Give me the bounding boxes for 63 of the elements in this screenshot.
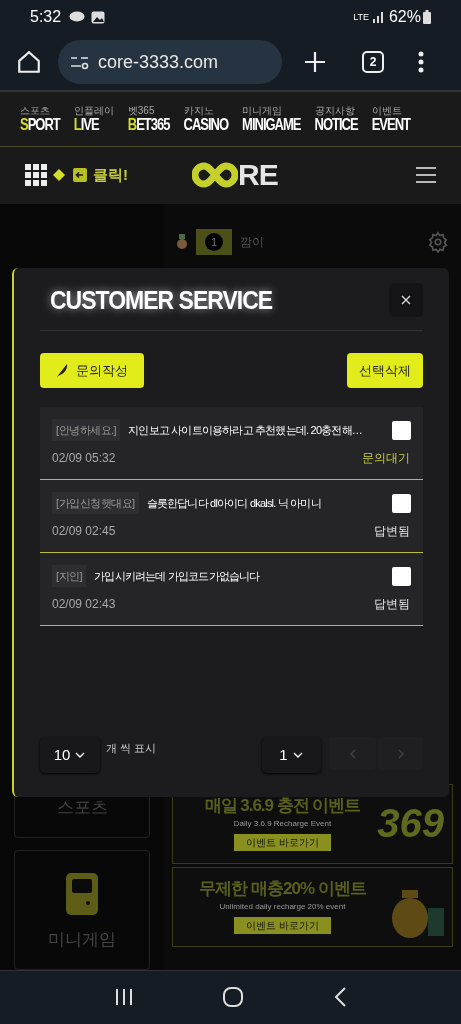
checkbox[interactable] — [392, 566, 411, 586]
inquiry-row[interactable]: [안녕하세요.] 지인보고 사이트이용하라고 추천했는데. 20충전해… 02/09 05:32 문의대기 — [40, 407, 423, 480]
inquiry-row[interactable]: [가입신청햇대요] 슬롯한답니다 dl아이디 dkalsl. 닉 아미니 02/09 02:45 답변됨 — [40, 480, 423, 553]
page-size-label: 개 씩 표시 — [106, 741, 157, 756]
feather-icon — [56, 363, 68, 378]
user-name: 깜이 — [240, 233, 264, 251]
nav-menu-item[interactable]: 이벤트 EVENT — [371, 104, 410, 134]
medal-icon — [176, 233, 188, 250]
game-console-icon — [66, 872, 98, 915]
nav-menu-item[interactable]: 미니게임 MINIGAME — [242, 104, 301, 134]
site-settings-icon — [70, 54, 90, 71]
write-inquiry-button[interactable]: 문의작성 — [40, 353, 144, 388]
image-icon — [91, 10, 106, 24]
inquiry-tag: [안녕하세요.] — [52, 418, 121, 442]
inquiry-text: 지인보고 사이트이용하라고 추천했는데. 20충전해… — [128, 422, 363, 438]
new-tab-icon[interactable] — [304, 51, 326, 74]
inquiry-text: 가입시키려는데 가입코드가없습니다 — [94, 568, 260, 584]
battery-icon — [423, 10, 431, 25]
close-icon — [401, 295, 411, 305]
status-time: 5:32 — [30, 7, 62, 28]
battery-percent: 62% — [388, 7, 421, 28]
grid-icon[interactable] — [25, 164, 47, 187]
inquiry-date: 02/09 05:32 — [52, 450, 116, 468]
home-button-icon[interactable] — [223, 987, 244, 1008]
home-icon[interactable] — [16, 49, 42, 76]
page-select[interactable]: 1 — [262, 737, 321, 773]
nav-menu-item[interactable]: 인플레이 LIVE — [73, 104, 114, 134]
page-size-select[interactable]: 10 — [40, 737, 100, 773]
arrow-left-icon — [73, 168, 87, 183]
click-label[interactable]: 클릭! — [93, 164, 128, 187]
checkbox[interactable] — [392, 493, 411, 513]
tab-count[interactable]: 2 — [362, 51, 384, 74]
more-icon[interactable] — [418, 51, 424, 74]
url-text: core-3333.com — [98, 50, 219, 74]
dialog-title: CUSTOMER SERVICE — [50, 284, 273, 316]
rank-badge: 1 — [196, 228, 232, 255]
inquiry-status: 문의대기 — [362, 450, 410, 468]
inquiry-tag: [지인] — [52, 564, 87, 588]
back-icon[interactable] — [333, 987, 346, 1008]
recent-apps-icon[interactable] — [115, 988, 134, 1007]
infinity-icon — [192, 162, 238, 189]
nav-menu-item[interactable]: 벳365 BET365 — [127, 104, 170, 134]
delete-selected-button[interactable]: 선택삭제 — [347, 353, 423, 388]
diamond-icon — [53, 169, 65, 182]
logo[interactable]: RE — [192, 160, 278, 191]
network-label: LTE — [353, 12, 369, 22]
inquiry-tag: [가입신청햇대요] — [52, 491, 139, 515]
checkbox[interactable] — [392, 420, 411, 440]
nav-menu-item[interactable]: 스포츠 SPORT — [20, 104, 60, 134]
settings-icon[interactable] — [427, 230, 449, 253]
inquiry-status: 답변됨 — [374, 596, 410, 614]
inquiry-status: 답변됨 — [374, 523, 410, 541]
address-bar[interactable]: core-3333.com — [58, 40, 282, 85]
inquiry-text: 슬롯한답니다 dl아이디 dkalsl. 닉 아미니 — [146, 495, 321, 511]
close-button[interactable] — [389, 283, 423, 317]
nav-menu-item[interactable]: 공지사항 NOTICE — [314, 104, 358, 134]
nav-menu-item[interactable]: 카지노 CASINO — [183, 104, 229, 134]
inquiry-date: 02/09 02:45 — [52, 523, 116, 541]
inquiry-date: 02/09 02:43 — [52, 596, 116, 614]
menu-icon[interactable] — [416, 167, 436, 184]
inquiry-row[interactable]: [지인] 가입시키려는데 가입코드가없습니다 02/09 02:43 답변됨 — [40, 553, 423, 626]
event-banner[interactable]: 무제한 매충20% 이벤트 Unlimited daily recharge 20% event 이벤트 바로가기 — [172, 866, 453, 947]
signal-icon — [372, 11, 385, 24]
